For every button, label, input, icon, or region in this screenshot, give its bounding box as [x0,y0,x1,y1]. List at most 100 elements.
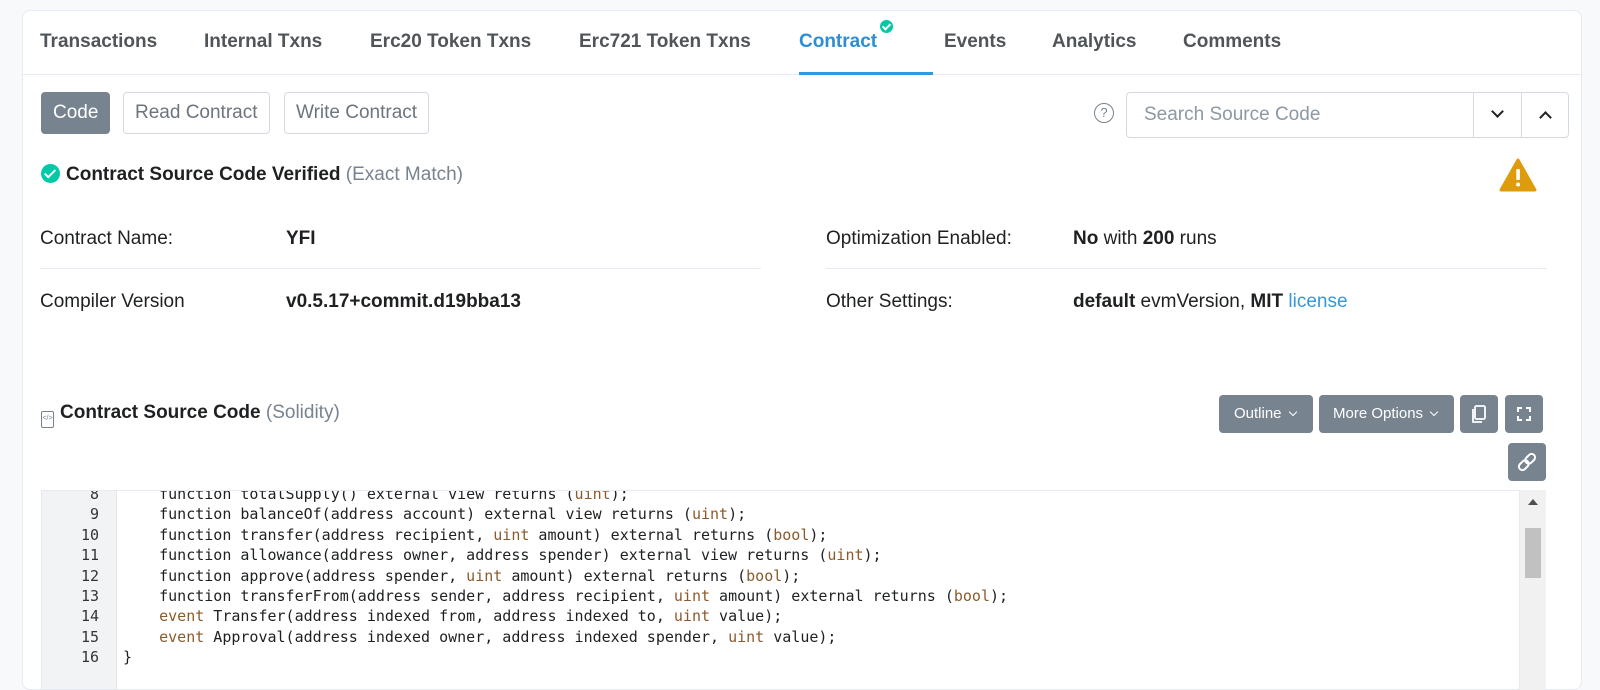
code-text: function allowance(address owner, addres… [123,545,882,565]
code-keyword: bool [773,525,810,544]
license-link[interactable]: license [1288,291,1347,312]
line-number: 15 [80,627,99,646]
search-next-button[interactable] [1473,93,1521,137]
search-prev-button[interactable] [1521,93,1569,137]
code-text: function transfer(address recipient, uin… [123,525,827,545]
line-number: 9 [89,505,99,524]
code-text: function transferFrom(address sender, ad… [123,586,1008,606]
code-token: ); [989,587,1009,605]
code-token: Approval(address indexed owner, address … [204,627,729,646]
code-token: function approve(address spender, [123,566,467,585]
contract-card: Transactions Internal Txns Erc20 Token T… [22,10,1582,690]
code-token: ); [809,525,828,544]
permalink-button[interactable] [1508,443,1546,481]
code-text: function totalSupply() external view ret… [123,490,629,504]
code-token: value); [710,607,783,626]
code-keyword: uint [691,505,729,524]
outline-label: Outline [1234,405,1282,422]
tab-contract[interactable]: Contract [799,20,894,53]
contract-name-label: Contract Name: [40,228,174,249]
optimization-runs: 200 [1142,228,1175,249]
code-text: } [123,647,132,667]
compiler-version-label: Compiler Version [40,291,185,312]
code-keyword: bool [746,566,783,585]
evm-version-suffix: evmVersion, [1135,291,1251,312]
code-token: amount) external returns ( [710,587,954,605]
code-keyword: event [159,607,205,626]
search-source-group [1126,92,1569,138]
code-keyword: uint [827,546,864,565]
tab-erc20-token-txns[interactable]: Erc20 Token Txns [370,31,531,53]
optimization-with: with [1098,228,1143,249]
code-token: ); [728,505,747,524]
code-text: function balanceOf(address account) exte… [123,504,746,524]
copy-button[interactable] [1460,395,1498,433]
line-number: 8 [89,490,99,503]
link-icon [1517,452,1537,472]
scroll-up-arrow-icon[interactable] [1528,499,1538,505]
line-number: 13 [80,587,99,605]
verified-note: (Exact Match) [345,164,463,185]
other-settings-value: default evmVersion, MIT license [1073,291,1348,313]
verified-check-icon [880,20,894,33]
code-token: Transfer(address indexed from, address i… [204,607,674,626]
read-contract-button[interactable]: Read Contract [123,92,270,134]
code-keyword: uint [493,525,530,544]
expand-icon [1517,407,1531,421]
tab-contract-label: Contract [799,31,878,52]
optimization-value: No with 200 runs [1073,228,1217,250]
code-keyword: uint [673,587,711,605]
source-language: (Solidity) [265,402,340,423]
code-scrollbar[interactable] [1520,490,1546,690]
source-code-heading: </> Contract Source Code (Solidity) [41,402,340,428]
code-keyword: event [159,627,205,646]
tab-analytics[interactable]: Analytics [1052,31,1136,53]
code-token: } [123,648,133,667]
line-number: 16 [80,648,99,667]
code-token: function transfer(address recipient, [123,525,494,544]
code-token: function totalSupply() external view ret… [123,490,575,503]
line-number: 10 [80,525,99,544]
write-contract-button[interactable]: Write Contract [284,92,430,134]
code-keyword: bool [953,587,990,605]
compiler-version-value: v0.5.17+commit.d19bba13 [286,291,521,312]
optimization-enabled: No [1073,228,1099,249]
divider [40,268,761,269]
code-token: ); [863,546,882,565]
code-token: amount) external returns ( [529,525,774,544]
tab-internal-txns[interactable]: Internal Txns [204,31,322,53]
tab-events[interactable]: Events [944,31,1006,53]
outline-button[interactable]: Outline [1219,395,1313,433]
fullscreen-button[interactable] [1505,395,1543,433]
code-text: event Transfer(address indexed from, add… [123,606,782,626]
divider [826,268,1547,269]
verified-heading: Contract Source Code Verified (Exact Mat… [41,164,463,186]
tab-erc721-token-txns[interactable]: Erc721 Token Txns [579,31,751,53]
scrollbar-thumb[interactable] [1525,528,1541,578]
code-text: function approve(address spender, uint a… [123,566,800,586]
tab-comments[interactable]: Comments [1183,31,1281,53]
other-settings-label: Other Settings: [826,291,953,312]
code-token: ); [610,490,629,503]
line-number: 11 [80,546,99,565]
help-icon[interactable]: ? [1094,103,1114,123]
optimization-label: Optimization Enabled: [826,228,1012,249]
tab-transactions[interactable]: Transactions [40,31,157,53]
chevron-up-icon [1539,111,1552,124]
code-token: function balanceOf(address account) exte… [123,505,692,524]
more-options-label: More Options [1333,405,1424,422]
code-token: amount) external returns ( [502,566,747,585]
code-button[interactable]: Code [41,92,111,134]
more-options-button[interactable]: More Options [1319,395,1454,433]
search-source-input[interactable] [1127,93,1473,137]
warning-icon[interactable] [1499,158,1537,192]
line-number: 12 [80,566,99,585]
chevron-down-icon [1429,407,1439,417]
file-code-icon: </> [41,411,54,428]
code-token: value); [764,627,837,646]
source-code-editor[interactable]: 8 function totalSupply() external view r… [41,490,1520,690]
copy-icon [1472,405,1486,423]
code-keyword: uint [466,566,503,585]
